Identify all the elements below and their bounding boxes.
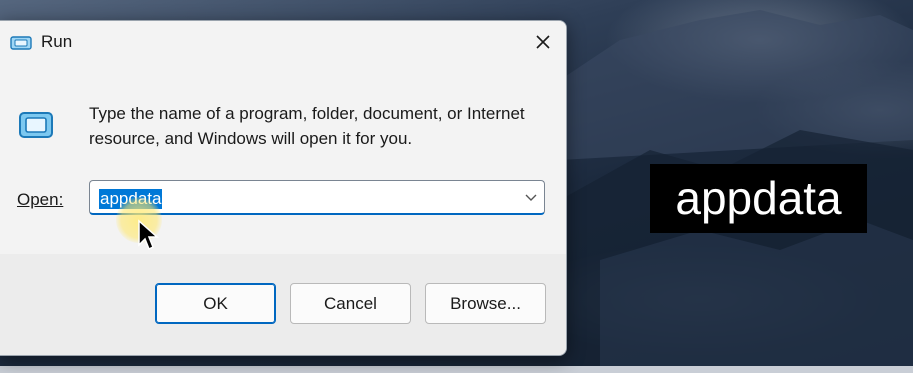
chevron-down-icon[interactable] [524,190,538,204]
close-icon [536,35,550,49]
close-button[interactable] [520,21,566,63]
open-label-text: Open: [17,190,64,209]
ok-button[interactable]: OK [155,283,276,324]
mouse-pointer-icon [138,219,159,251]
browse-button[interactable]: Browse... [425,283,546,324]
run-icon [10,36,32,50]
open-label: Open: [17,190,63,210]
run-program-icon [19,112,53,138]
dialog-description: Type the name of a program, folder, docu… [89,104,525,148]
taskbar-edge [0,366,913,373]
cancel-button[interactable]: Cancel [290,283,411,324]
run-dialog: Run Type the name of a program, folder, … [0,20,567,356]
dialog-body [0,65,566,254]
caption-overlay: appdata [650,164,867,233]
dialog-title: Run [41,32,73,51]
title-bar[interactable]: Run [0,21,566,65]
